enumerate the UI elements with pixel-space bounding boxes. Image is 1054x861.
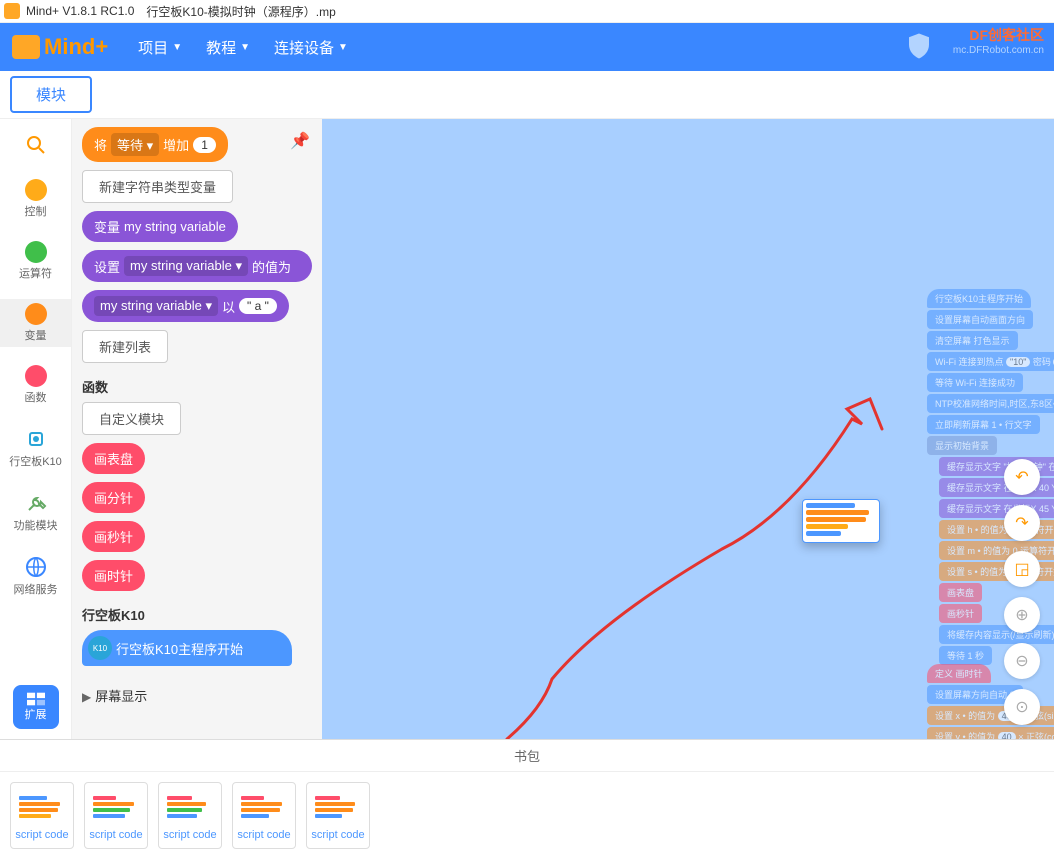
block-fn-dial[interactable]: 画表盘: [82, 443, 145, 474]
section-functions: 函数: [82, 377, 312, 396]
block-set-string[interactable]: 设置 my string variable ▾ 的值为: [82, 250, 312, 282]
cat-network[interactable]: 网络服务: [0, 551, 71, 601]
shield-icon: [904, 31, 934, 61]
topbar: Mind+ 项目▼ 教程▼ 连接设备▼ DF创客社区 mc.DFRobot.co…: [0, 23, 1054, 71]
tools-icon: [24, 491, 48, 515]
app-title: Mind+ V1.8.1 RC1.0: [26, 4, 134, 18]
cat-operators[interactable]: 运算符: [0, 237, 71, 285]
cat-search[interactable]: [0, 129, 71, 161]
backpack-item[interactable]: script code: [232, 782, 296, 849]
recenter-button[interactable]: ⊙: [1004, 689, 1040, 725]
menu-connect[interactable]: 连接设备▼: [274, 37, 348, 58]
backpack-item[interactable]: script code: [306, 782, 370, 849]
chevron-down-icon: ▼: [172, 42, 182, 53]
category-bar: 控制 运算符 变量 函数 行空板K10 功能模块 网络服务 扩展: [0, 119, 72, 739]
custom-block-button[interactable]: 自定义模块: [82, 402, 181, 435]
undo-button[interactable]: ↶: [1004, 459, 1040, 495]
titlebar: Mind+ V1.8.1 RC1.0 行空板K10-模拟时钟（源程序）.mp: [0, 0, 1054, 23]
new-string-var-button[interactable]: 新建字符串类型变量: [82, 170, 233, 203]
expand-screen[interactable]: 屏幕显示: [95, 689, 147, 704]
block-change-var[interactable]: 将 等待 ▾ 增加 1: [82, 127, 228, 162]
globe-icon: [24, 555, 48, 579]
chevron-down-icon: ▼: [240, 42, 250, 53]
workspace-canvas[interactable]: 行空板K10主程序开始 设置屏幕自动画面方向 清空屏幕 打色显示 Wi-Fi 连…: [322, 119, 1054, 739]
chip-icon: [24, 427, 48, 451]
chevron-right-icon[interactable]: ▶: [82, 690, 91, 704]
chevron-down-icon: ▼: [338, 42, 348, 53]
cat-features[interactable]: 功能模块: [0, 487, 71, 537]
backpack-item[interactable]: script code: [158, 782, 222, 849]
crop-button[interactable]: ◲: [1004, 551, 1040, 587]
pin-icon[interactable]: 📌: [290, 131, 310, 151]
backpack-header[interactable]: 书包: [0, 740, 1054, 772]
new-list-button[interactable]: 新建列表: [82, 330, 168, 363]
mode-blocks-button[interactable]: 模块: [10, 76, 92, 113]
redo-button[interactable]: ↷: [1004, 505, 1040, 541]
subbar: 模块: [0, 71, 1054, 119]
logo-icon: [12, 35, 40, 59]
search-icon: [24, 133, 48, 157]
cat-control[interactable]: 控制: [0, 175, 71, 223]
block-palette[interactable]: 📌 将 等待 ▾ 增加 1 新建字符串类型变量 变量 my string var…: [72, 119, 322, 739]
zoom-in-button[interactable]: ⊕: [1004, 597, 1040, 633]
drag-preview[interactable]: [802, 499, 880, 543]
blocks-icon: [27, 692, 45, 706]
main-area: 控制 运算符 变量 函数 行空板K10 功能模块 网络服务 扩展 📌 将 等待 …: [0, 119, 1054, 739]
block-fn-minute[interactable]: 画分针: [82, 482, 145, 513]
file-name: 行空板K10-模拟时钟（源程序）.mp: [146, 3, 335, 20]
brand-badge[interactable]: DF创客社区: [969, 25, 1044, 45]
block-fn-second[interactable]: 画秒针: [82, 521, 145, 552]
top-menu: 项目▼ 教程▼ 连接设备▼: [138, 37, 348, 58]
block-concat-string[interactable]: my string variable ▾ 以 " a ": [82, 290, 289, 322]
cat-variables[interactable]: 变量: [0, 299, 71, 347]
backpack: 书包 script code script code script code s…: [0, 739, 1054, 859]
backpack-item[interactable]: script code: [10, 782, 74, 849]
canvas-tools: ↶ ↷ ◲ ⊕ ⊖ ⊙: [1004, 459, 1040, 725]
section-k10: 行空板K10: [82, 605, 312, 624]
cat-functions[interactable]: 函数: [0, 361, 71, 409]
app-icon: [4, 3, 20, 19]
extension-button[interactable]: 扩展: [13, 685, 59, 729]
menu-project[interactable]: 项目▼: [138, 37, 182, 58]
zoom-out-button[interactable]: ⊖: [1004, 643, 1040, 679]
block-string-var[interactable]: 变量 my string variable: [82, 211, 238, 242]
backpack-items: script code script code script code scri…: [0, 772, 1054, 859]
block-k10-hat[interactable]: K10 行空板K10主程序开始: [82, 630, 292, 666]
brand-url: mc.DFRobot.com.cn: [953, 45, 1044, 56]
block-fn-hour[interactable]: 画时针: [82, 560, 145, 591]
logo[interactable]: Mind+: [12, 34, 108, 60]
backpack-item[interactable]: script code: [84, 782, 148, 849]
cat-k10[interactable]: 行空板K10: [0, 423, 71, 473]
menu-tutorial[interactable]: 教程▼: [206, 37, 250, 58]
